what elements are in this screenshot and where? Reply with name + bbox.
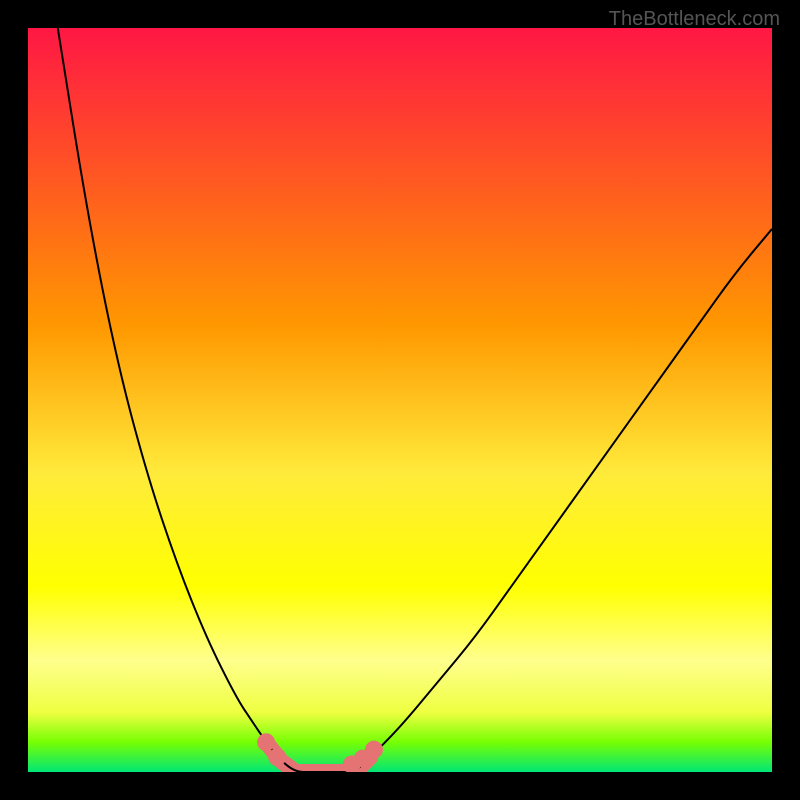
curve-overlay	[28, 28, 772, 772]
bottleneck-curve	[58, 28, 772, 772]
chart-container	[28, 28, 772, 772]
watermark-text: TheBottleneck.com	[609, 8, 780, 31]
